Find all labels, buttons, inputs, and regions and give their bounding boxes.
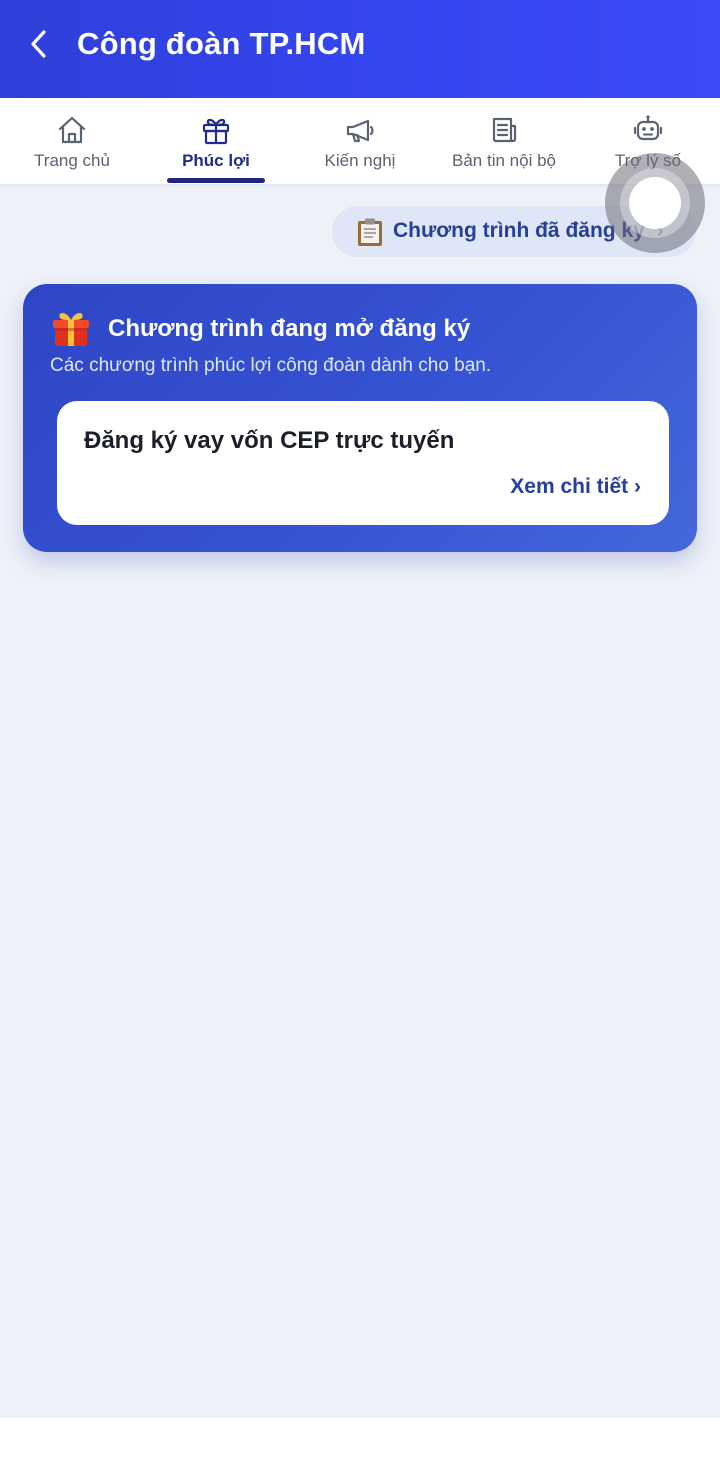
megaphone-icon — [346, 119, 374, 143]
home-icon — [58, 116, 86, 144]
program-item-cep-loan[interactable]: Đăng ký vay vốn CEP trực tuyến Xem chi t… — [57, 401, 669, 525]
tab-welfare[interactable]: Phúc lợi — [144, 98, 288, 184]
tab-petition[interactable]: Kiến nghị — [288, 98, 432, 184]
assistive-touch-center — [629, 177, 681, 229]
tab-newsletter[interactable]: Bản tin nội bộ — [432, 98, 576, 184]
tab-label: Phúc lợi — [182, 151, 250, 170]
bottom-safe-area — [0, 1418, 720, 1476]
program-title: Đăng ký vay vốn CEP trực tuyến — [84, 427, 455, 454]
gift-icon — [202, 118, 230, 145]
assistive-touch-button[interactable] — [605, 153, 705, 253]
open-programs-title: Chương trình đang mở đăng ký — [108, 315, 471, 342]
tab-home[interactable]: Trang chủ — [0, 98, 144, 184]
newspaper-icon — [492, 117, 517, 143]
tab-label: Kiến nghị — [324, 151, 396, 170]
active-tab-indicator — [167, 178, 265, 183]
registered-programs-text: Chương trình đã đăng ký — [393, 219, 645, 242]
open-programs-subtitle: Các chương trình phúc lợi công đoàn dành… — [50, 355, 492, 376]
tab-label: Bản tin nội bộ — [452, 151, 556, 170]
app-screen: Công đoàn TP.HCM Trang chủ Phúc lợi Kiến… — [0, 0, 720, 1418]
tab-label: Trang chủ — [34, 151, 110, 170]
robot-icon — [633, 115, 663, 141]
chevron-left-icon — [31, 30, 46, 58]
page-title: Công đoàn TP.HCM — [77, 26, 366, 61]
gift-box-icon — [53, 313, 89, 346]
view-details-link[interactable]: Xem chi tiết › — [510, 475, 641, 499]
tab-bar: Trang chủ Phúc lợi Kiến nghị Bản tin nội… — [0, 98, 720, 184]
back-button[interactable] — [18, 22, 62, 66]
clipboard-icon — [358, 218, 382, 246]
app-header: Công đoàn TP.HCM — [0, 0, 720, 98]
open-programs-card: Chương trình đang mở đăng ký Các chương … — [23, 284, 697, 552]
